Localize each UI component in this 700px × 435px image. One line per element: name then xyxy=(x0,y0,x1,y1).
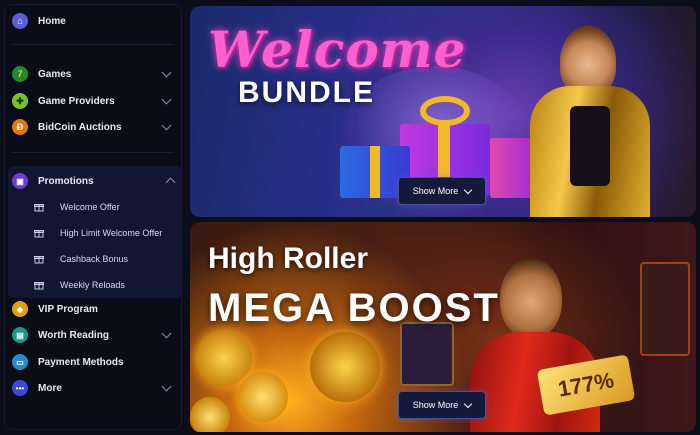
nav-game-providers-label: Game Providers xyxy=(38,95,115,107)
chevron-down-icon xyxy=(464,399,473,408)
gift-ribbon xyxy=(370,146,380,198)
slot-machine xyxy=(640,262,690,356)
gift-icon: ▣ xyxy=(12,173,28,189)
nav-payment-methods[interactable]: ▭ Payment Methods xyxy=(12,351,174,373)
payment-icon: ▭ xyxy=(12,354,28,370)
divider xyxy=(12,152,174,153)
slot-machine xyxy=(400,322,454,386)
coin-icon xyxy=(196,330,252,386)
nav-promotions[interactable]: ▣ Promotions xyxy=(12,170,178,192)
gift-bow xyxy=(420,96,470,126)
promo-item-label: Welcome Offer xyxy=(60,202,120,212)
banner-bold-title: BUNDLE xyxy=(238,76,375,109)
nav-home[interactable]: ⌂ Home xyxy=(12,10,174,32)
coin-icon xyxy=(190,397,230,432)
show-more-button[interactable]: Show More xyxy=(398,391,486,419)
puzzle-icon: ✚ xyxy=(12,93,28,109)
seven-icon: 7 xyxy=(12,66,28,82)
nav-vip-program[interactable]: ◆ VIP Program xyxy=(12,298,174,320)
sidebar: ⌂ Home 7 Games ✚ Game Providers Ð BidCoi… xyxy=(4,4,182,430)
nav-more-label: More xyxy=(38,382,62,394)
dots-icon: ••• xyxy=(12,380,28,396)
chevron-up-icon[interactable] xyxy=(165,177,176,188)
nav-worth-reading-label: Worth Reading xyxy=(38,329,109,341)
divider xyxy=(12,44,174,45)
gift-icon xyxy=(34,204,44,212)
nav-worth-reading[interactable]: ▤ Worth Reading xyxy=(12,324,174,346)
show-more-label: Show More xyxy=(412,186,459,196)
chevron-down-icon xyxy=(464,185,473,194)
show-more-button[interactable]: Show More xyxy=(398,177,486,205)
promo-item-welcome-offer[interactable]: Welcome Offer xyxy=(34,198,120,216)
coin-icon xyxy=(310,332,380,402)
show-more-label: Show More xyxy=(412,400,459,410)
nav-bidcoin-label: BidCoin Auctions xyxy=(38,121,122,133)
chevron-down-icon[interactable] xyxy=(161,328,172,339)
promo-item-label: Weekly Reloads xyxy=(60,280,125,290)
percent-badge: 177% xyxy=(556,367,616,402)
nav-more[interactable]: ••• More xyxy=(12,377,174,399)
chevron-down-icon[interactable] xyxy=(161,381,172,392)
promo-item-weekly-reloads[interactable]: Weekly Reloads xyxy=(34,276,125,294)
coin-icon xyxy=(238,372,288,422)
promo-item-label: High Limit Welcome Offer xyxy=(60,228,163,238)
book-icon: ▤ xyxy=(12,327,28,343)
nav-game-providers[interactable]: ✚ Game Providers xyxy=(12,90,174,112)
high-roller-banner[interactable]: 177% High Roller MEGA BOOST Show More xyxy=(190,222,696,432)
nav-promotions-label: Promotions xyxy=(38,175,94,187)
gift-icon xyxy=(34,230,44,238)
nav-vip-label: VIP Program xyxy=(38,303,98,315)
home-icon: ⌂ xyxy=(12,13,28,29)
chevron-down-icon[interactable] xyxy=(161,120,172,131)
high-roller-figure xyxy=(500,258,562,338)
diamond-icon: ◆ xyxy=(12,301,28,317)
promo-item-label: Cashback Bonus xyxy=(60,254,129,264)
banner-title-line1: High Roller xyxy=(208,242,369,275)
promo-item-high-limit[interactable]: High Limit Welcome Offer xyxy=(34,224,162,242)
hostess-top xyxy=(570,106,610,186)
banner-title-line2: MEGA BOOST xyxy=(208,286,500,330)
gift-icon xyxy=(34,282,44,290)
nav-bidcoin-auctions[interactable]: Ð BidCoin Auctions xyxy=(12,116,174,138)
nav-games[interactable]: 7 Games xyxy=(12,63,174,85)
gift-icon xyxy=(34,256,44,264)
banner-script-title: Welcome xyxy=(208,20,467,79)
chevron-down-icon[interactable] xyxy=(161,94,172,105)
chevron-down-icon[interactable] xyxy=(161,67,172,78)
nav-home-label: Home xyxy=(38,15,66,27)
promo-item-cashback[interactable]: Cashback Bonus xyxy=(34,250,128,268)
promotions-section: ▣ Promotions Welcome Offer High Limit We… xyxy=(8,166,182,298)
nav-payment-label: Payment Methods xyxy=(38,356,124,368)
bidcoin-icon: Ð xyxy=(12,119,28,135)
welcome-bundle-banner[interactable]: Welcome BUNDLE Show More xyxy=(190,6,696,217)
nav-games-label: Games xyxy=(38,68,72,80)
